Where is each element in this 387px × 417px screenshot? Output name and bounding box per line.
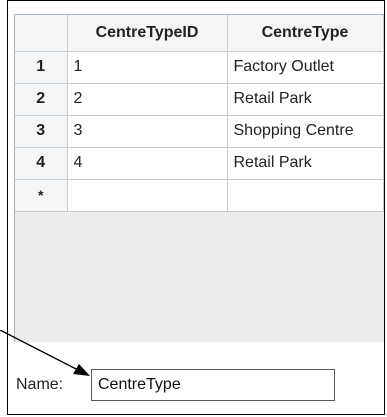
table-row: 3 3 Shopping Centre [15,115,384,148]
row-selector[interactable]: 4 [15,147,68,180]
cell-centretypeid[interactable]: 4 [67,147,228,180]
name-input[interactable] [91,369,335,401]
cell-centretype[interactable]: Retail Park [227,147,384,180]
cell-centretypeid[interactable]: 3 [67,115,228,148]
row-selector[interactable]: 1 [15,51,68,84]
results-table: CentreTypeID CentreType 1 1 Factory Outl… [15,15,384,212]
cell-centretype[interactable]: Retail Park [227,83,384,116]
table-row: 2 2 Retail Park [15,83,384,116]
row-selector[interactable]: 2 [15,83,68,116]
row-selector[interactable]: 3 [15,115,68,148]
cell-centretype[interactable]: Factory Outlet [227,51,384,84]
window-frame: CentreTypeID CentreType 1 1 Factory Outl… [7,0,385,415]
new-record-row: * [15,179,384,212]
datasheet-grid: CentreTypeID CentreType 1 1 Factory Outl… [14,14,384,342]
header-row: CentreTypeID CentreType [15,15,384,52]
table-row: 4 4 Retail Park [15,147,384,180]
new-cell-centretypeid[interactable] [67,179,228,212]
name-label: Name: [16,376,64,393]
cell-centretypeid[interactable]: 2 [67,83,228,116]
cell-centretype[interactable]: Shopping Centre [227,115,384,148]
column-header-centretype[interactable]: CentreType [227,15,384,52]
column-header-centretypeid[interactable]: CentreTypeID [67,15,228,52]
new-record-selector[interactable]: * [15,179,68,212]
cell-centretypeid[interactable]: 1 [67,51,228,84]
table-row: 1 1 Factory Outlet [15,51,384,84]
new-cell-centretype[interactable] [227,179,384,212]
select-all-corner[interactable] [15,15,68,52]
